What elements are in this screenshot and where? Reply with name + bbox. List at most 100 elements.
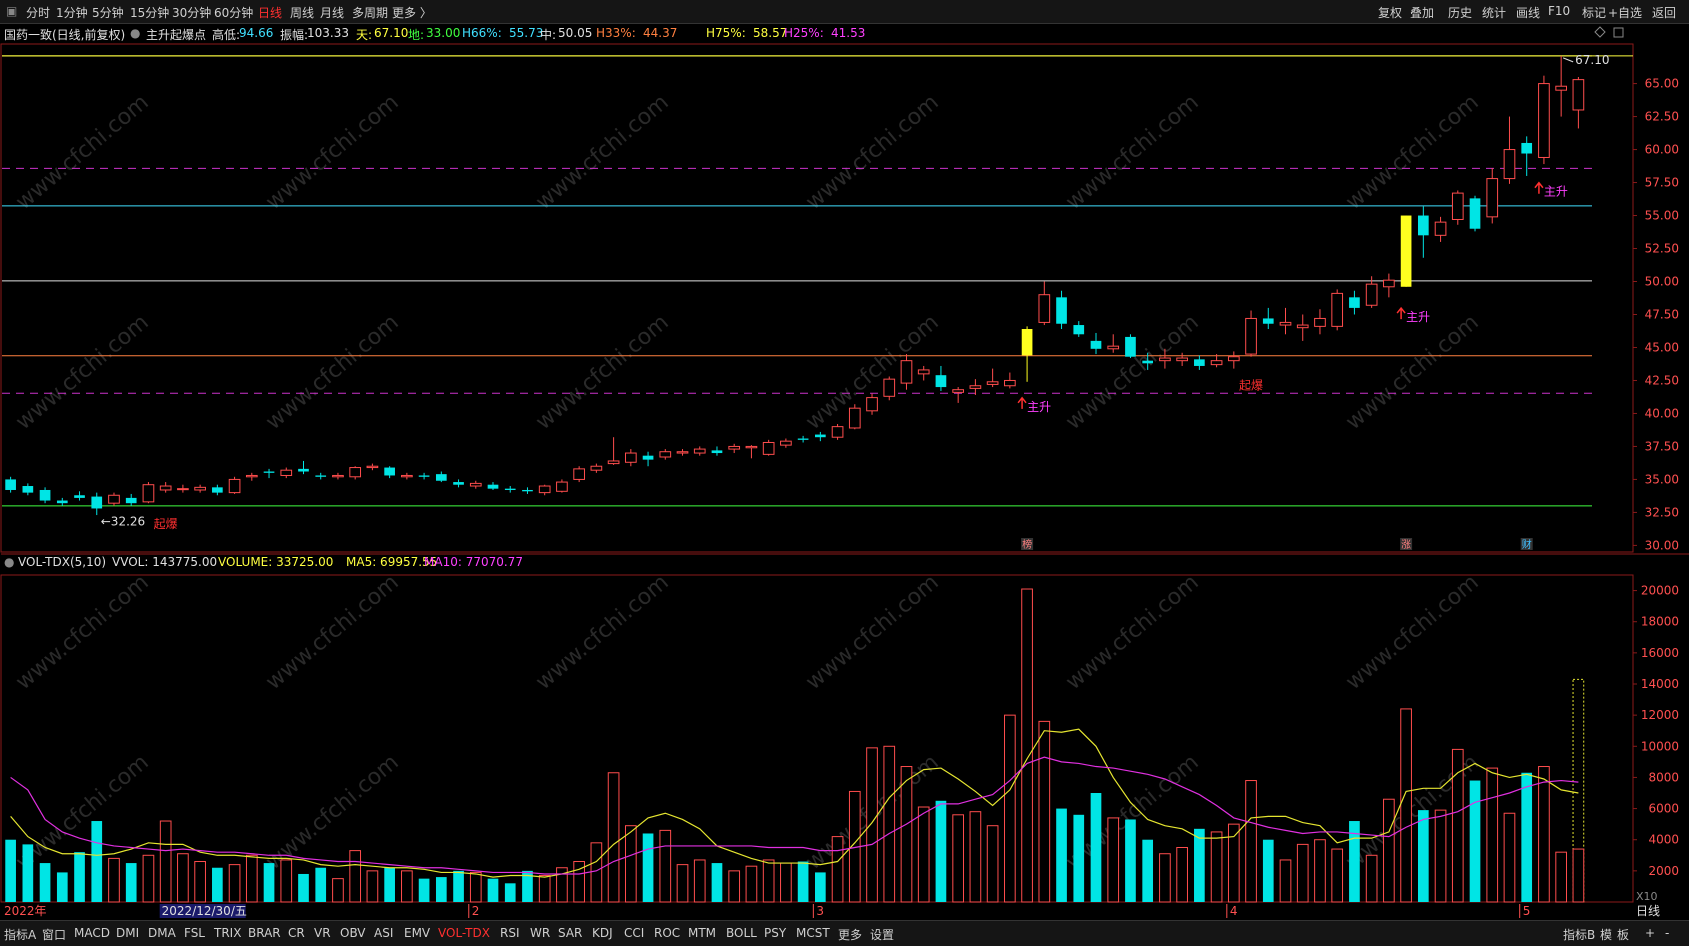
candle[interactable] [711,446,723,456]
candle[interactable] [418,472,430,480]
bottom-right-button[interactable]: 板 [1617,926,1629,943]
candle[interactable] [538,484,551,496]
volume-bar[interactable] [1159,853,1171,903]
volume-bar[interactable] [1314,839,1326,903]
indicator-tab[interactable]: MACD [74,926,110,940]
volume-bar[interactable] [642,833,654,902]
candle[interactable] [642,451,654,467]
volume-bar[interactable] [1296,843,1309,903]
candle[interactable] [1004,372,1016,389]
candle[interactable] [866,393,878,415]
candle[interactable] [1331,289,1344,331]
volume-bar[interactable] [212,867,223,902]
candle[interactable] [1125,334,1136,359]
indicator-tab[interactable]: RSI [500,926,520,940]
candle[interactable] [487,482,499,490]
candle[interactable] [280,467,293,479]
candle[interactable] [1262,307,1274,330]
indicator-tab[interactable]: DMI [116,926,139,940]
candle[interactable] [522,487,533,494]
candle[interactable] [1227,351,1240,369]
candle[interactable] [1021,326,1033,382]
indicator-tab[interactable]: KDJ [592,926,613,940]
candle[interactable] [1038,281,1051,326]
volume-bar[interactable] [418,878,430,902]
candle[interactable] [762,439,775,456]
volume-bar[interactable] [74,852,85,902]
candle[interactable] [1107,334,1120,353]
volume-bar[interactable] [1021,588,1033,903]
candle[interactable] [1090,332,1102,355]
volume-bar[interactable] [39,863,51,902]
volume-bar[interactable] [228,864,241,903]
volume-bar[interactable] [952,814,965,903]
maximize-icon[interactable] [1613,27,1624,38]
candle[interactable] [848,404,861,430]
volume-bar[interactable] [1038,720,1051,903]
candle[interactable] [435,471,447,483]
candle[interactable] [676,449,689,456]
volume-bar[interactable] [1383,798,1395,903]
candle[interactable] [780,438,792,448]
indicator-tab[interactable]: CR [288,926,305,940]
candle[interactable] [607,437,620,465]
volume-bar[interactable] [280,859,293,903]
candle[interactable] [952,387,965,403]
indicator-tab[interactable]: WR [530,926,550,940]
indicator-tab[interactable]: FSL [184,926,205,940]
volume-bar[interactable] [435,877,447,902]
volume-bar[interactable] [1469,780,1481,902]
volume-bar[interactable] [935,800,947,902]
candle[interactable] [504,486,516,493]
bottom-right-button[interactable]: + [1645,926,1655,940]
candle[interactable] [969,379,982,395]
candle[interactable] [935,365,947,392]
volume-bar[interactable] [676,864,689,903]
candle[interactable] [1159,348,1171,369]
indicator-tab[interactable]: ROC [654,926,680,940]
volume-bar[interactable] [401,870,413,903]
indicator-tab[interactable]: 指标A [4,926,36,943]
candle[interactable] [1503,116,1516,184]
bottom-right-button[interactable]: 模 [1600,926,1612,943]
volume-bar[interactable] [969,811,982,903]
volume-bar[interactable] [1004,714,1016,903]
candle[interactable] [831,424,844,440]
volume-bar[interactable] [745,865,758,903]
indicator-tab[interactable]: DMA [148,926,176,940]
volume-bar[interactable] [332,878,344,903]
candle[interactable] [659,449,672,460]
volume-bar[interactable] [883,745,896,903]
candle[interactable] [1383,273,1395,298]
candle[interactable] [177,484,189,493]
bottom-right-button[interactable]: 指标B [1563,926,1595,943]
candle[interactable] [298,460,309,475]
volume-bar[interactable] [693,859,706,903]
kline-chart[interactable]: 30.00 32.50 35.00 37.50 40.00 42.50 45.00 47.50… [0,0,1689,920]
volume-bar[interactable] [1555,851,1567,903]
volume-bar[interactable] [5,839,16,902]
volume-bar[interactable] [298,873,309,902]
volume-bar[interactable] [22,844,34,902]
candle[interactable] [1572,76,1585,129]
candle[interactable] [693,446,706,456]
indicator-tab[interactable]: 设置 [870,926,894,943]
volume-bar[interactable] [866,747,878,903]
candle[interactable] [900,354,913,390]
indicator-tab[interactable]: OBV [340,926,366,940]
candle[interactable] [194,484,206,493]
indicator-tab[interactable]: VOL-TDX [438,926,490,940]
candle[interactable] [366,463,379,471]
volume-bar[interactable] [659,829,672,903]
volume-bar[interactable] [142,854,155,903]
candle[interactable] [1349,290,1360,315]
indicator-tab[interactable]: BRAR [248,926,281,940]
volume-bar[interactable] [1434,809,1447,903]
candle[interactable] [39,487,51,504]
volume-bar[interactable] [1090,793,1102,902]
volume-bar[interactable] [780,862,792,903]
volume-bar[interactable] [1486,767,1499,903]
indicator-tab[interactable]: CCI [624,926,644,940]
volume-bar[interactable] [590,842,603,903]
volume-bar[interactable] [900,766,913,903]
